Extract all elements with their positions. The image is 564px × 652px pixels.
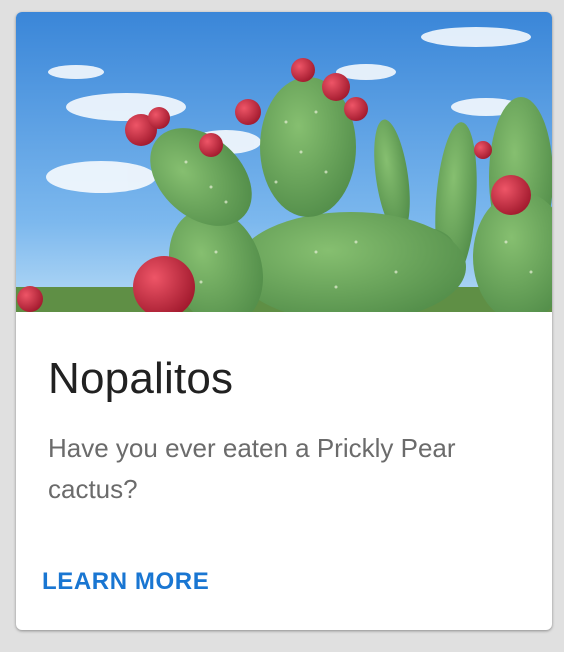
- learn-more-button[interactable]: LEARN MORE: [32, 560, 219, 604]
- card-description: Have you ever eaten a Prickly Pear cactu…: [48, 433, 456, 504]
- card-title: Nopalitos: [48, 354, 234, 403]
- card: Nopalitos Have you ever eaten a Prickly …: [16, 12, 552, 630]
- card-actions: LEARN MORE: [32, 560, 219, 604]
- card-media-image: [16, 12, 552, 312]
